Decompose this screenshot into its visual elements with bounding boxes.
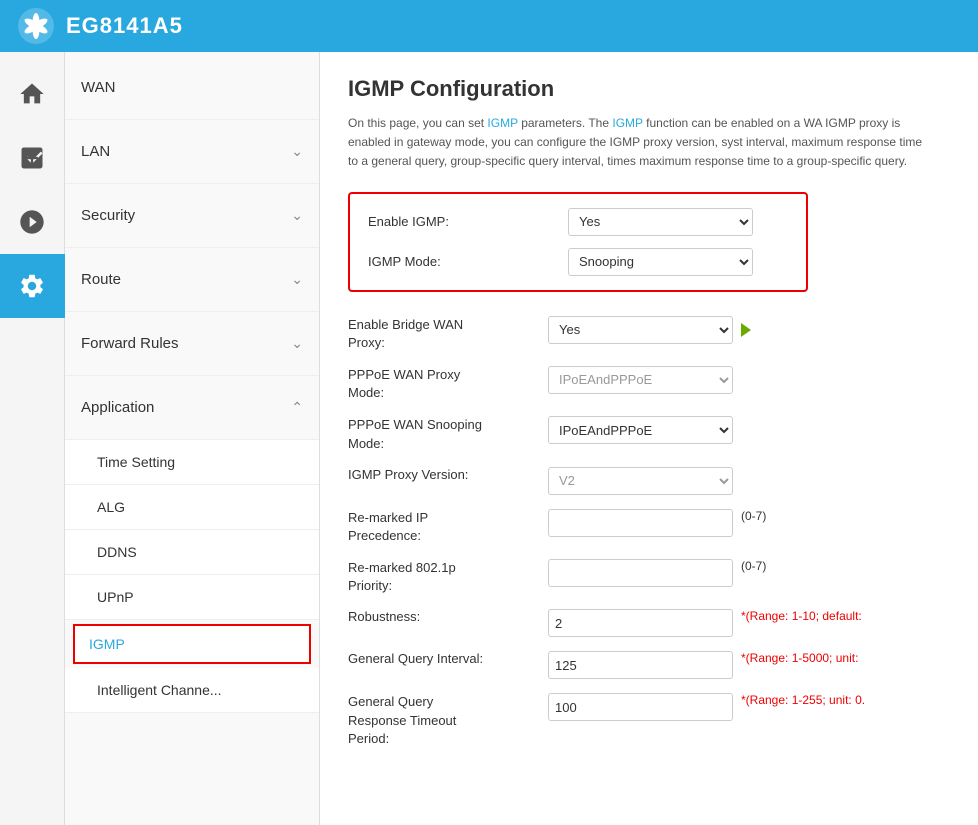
page-description: On this page, you can set IGMP parameter… — [348, 114, 928, 172]
header-title: EG8141A5 — [66, 13, 183, 39]
nav-sub-item-igmp[interactable]: IGMP — [73, 624, 311, 664]
nav-sub-item-intelligent-channel[interactable]: Intelligent Channe... — [65, 668, 319, 713]
nav-item-lan-label: LAN — [81, 143, 110, 160]
igmp-link2[interactable]: IGMP — [612, 116, 642, 130]
igmp-proxy-version-row: IGMP Proxy Version: V2 V3 — [348, 463, 950, 495]
igmp-link[interactable]: IGMP — [487, 116, 517, 130]
sidebar-icon-route[interactable] — [0, 190, 65, 254]
igmp-mode-label: IGMP Mode: — [368, 254, 568, 269]
nav-item-lan[interactable]: LAN ⌄ — [65, 120, 319, 184]
igmp-proxy-version-label: IGMP Proxy Version: — [348, 467, 548, 482]
pppoe-wan-snooping-mode-row: PPPoE WAN SnoopingMode: IPoEAndPPPoE PPP… — [348, 412, 950, 452]
general-query-response-timeout-input[interactable] — [548, 693, 733, 721]
nav-item-wan-label: WAN — [81, 79, 115, 96]
nav-item-application-label: Application — [81, 399, 154, 416]
content-area: IGMP Configuration On this page, you can… — [320, 52, 978, 825]
sidebar-icon-home[interactable] — [0, 62, 65, 126]
general-query-interval-row: General Query Interval: *(Range: 1-5000;… — [348, 647, 950, 679]
general-query-response-timeout-hint: *(Range: 1-255; unit: 0. — [741, 693, 865, 707]
robustness-input[interactable] — [548, 609, 733, 637]
pppoe-wan-snooping-mode-select[interactable]: IPoEAndPPPoE PPPoE IPoE — [548, 416, 733, 444]
header: EG8141A5 — [0, 0, 978, 52]
general-query-interval-hint: *(Range: 1-5000; unit: — [741, 651, 858, 665]
nav-item-forward-rules[interactable]: Forward Rules ⌄ — [65, 312, 319, 376]
nav-sub-item-ddns[interactable]: DDNS — [65, 530, 319, 575]
general-query-response-timeout-row: General QueryResponse TimeoutPeriod: *(R… — [348, 689, 950, 748]
remarked-8021p-priority-row: Re-marked 802.1pPriority: (0-7) — [348, 555, 950, 595]
remarked-ip-precedence-input[interactable] — [548, 509, 733, 537]
pppoe-wan-snooping-mode-label: PPPoE WAN SnoopingMode: — [348, 416, 548, 452]
general-query-interval-label: General Query Interval: — [348, 651, 548, 666]
sidebar-nav: WAN LAN ⌄ Security ⌄ Route ⌄ Forward Rul… — [65, 52, 320, 825]
enable-bridge-wan-proxy-row: Enable Bridge WANProxy: Yes No — [348, 312, 950, 352]
huawei-logo-icon — [16, 6, 56, 46]
chevron-down-icon: ⌄ — [291, 271, 303, 288]
pppoe-wan-proxy-mode-select[interactable]: IPoEAndPPPoE PPPoE IPoE — [548, 366, 733, 394]
nav-item-route[interactable]: Route ⌄ — [65, 248, 319, 312]
robustness-hint: *(Range: 1-10; default: — [741, 609, 862, 623]
remarked-8021p-priority-input[interactable] — [548, 559, 733, 587]
robustness-row: Robustness: *(Range: 1-10; default: — [348, 605, 950, 637]
igmp-config-box: Enable IGMP: Yes No IGMP Mode: Snooping … — [348, 192, 808, 292]
sidebar-icon-medical[interactable] — [0, 126, 65, 190]
enable-igmp-label: Enable IGMP: — [368, 214, 568, 229]
enable-bridge-wan-proxy-wrapper: Yes No — [548, 316, 733, 344]
chevron-down-icon: ⌄ — [291, 207, 303, 224]
general-query-response-timeout-label: General QueryResponse TimeoutPeriod: — [348, 693, 548, 748]
enable-bridge-wan-proxy-label: Enable Bridge WANProxy: — [348, 316, 548, 352]
form-section: Enable Bridge WANProxy: Yes No PPPoE WAN… — [348, 312, 950, 748]
nav-sub-item-upnp[interactable]: UPnP — [65, 575, 319, 620]
pppoe-wan-proxy-mode-row: PPPoE WAN ProxyMode: IPoEAndPPPoE PPPoE … — [348, 362, 950, 402]
chevron-up-icon: ⌃ — [291, 399, 303, 416]
remarked-ip-precedence-hint: (0-7) — [741, 509, 766, 523]
sidebar-icons — [0, 52, 65, 825]
nav-item-application[interactable]: Application ⌃ — [65, 376, 319, 440]
chevron-down-icon: ⌄ — [291, 335, 303, 352]
nav-item-wan[interactable]: WAN — [65, 56, 319, 120]
page-title: IGMP Configuration — [348, 76, 950, 102]
nav-item-security-label: Security — [81, 207, 135, 224]
nav-item-forward-rules-label: Forward Rules — [81, 335, 179, 352]
pppoe-wan-proxy-mode-label: PPPoE WAN ProxyMode: — [348, 366, 548, 402]
igmp-proxy-version-select[interactable]: V2 V3 — [548, 467, 733, 495]
nav-sub-item-time-setting[interactable]: Time Setting — [65, 440, 319, 485]
general-query-interval-input[interactable] — [548, 651, 733, 679]
igmp-mode-row: IGMP Mode: Snooping Proxy — [368, 248, 788, 276]
remarked-ip-precedence-label: Re-marked IPPrecedence: — [348, 509, 548, 545]
remarked-ip-precedence-row: Re-marked IPPrecedence: (0-7) — [348, 505, 950, 545]
enable-bridge-wan-proxy-select[interactable]: Yes No — [548, 316, 733, 344]
remarked-8021p-priority-hint: (0-7) — [741, 559, 766, 573]
robustness-label: Robustness: — [348, 609, 548, 624]
remarked-8021p-priority-label: Re-marked 802.1pPriority: — [348, 559, 548, 595]
enable-igmp-row: Enable IGMP: Yes No — [368, 208, 788, 236]
nav-item-route-label: Route — [81, 271, 121, 288]
nav-item-security[interactable]: Security ⌄ — [65, 184, 319, 248]
chevron-down-icon: ⌄ — [291, 143, 303, 160]
sidebar-icon-settings[interactable] — [0, 254, 65, 318]
enable-igmp-select[interactable]: Yes No — [568, 208, 753, 236]
nav-sub-item-alg[interactable]: ALG — [65, 485, 319, 530]
igmp-mode-select[interactable]: Snooping Proxy — [568, 248, 753, 276]
